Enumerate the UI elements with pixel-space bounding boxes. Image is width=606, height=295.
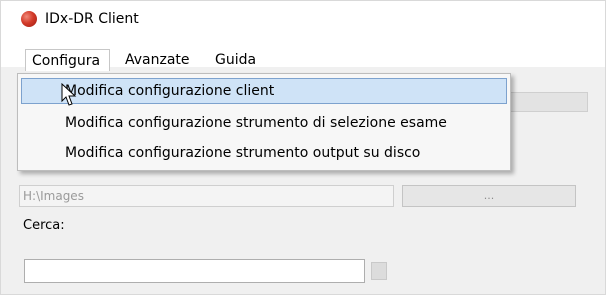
window-title: IDx-DR Client <box>45 11 139 27</box>
configura-dropdown-menu: Modifica configurazione client Modifica … <box>17 73 511 171</box>
menu-configura[interactable]: Configura <box>25 49 110 71</box>
browse-button[interactable]: ... <box>402 185 576 207</box>
search-label: Cerca: <box>23 218 65 233</box>
path-field[interactable]: H:\Images <box>19 185 394 207</box>
menu-item-modifica-config-selezione-esame[interactable]: Modifica configurazione strumento di sel… <box>21 110 507 136</box>
search-input[interactable] <box>24 259 365 283</box>
app-icon <box>21 11 37 27</box>
menu-item-modifica-config-client[interactable]: Modifica configurazione client <box>21 78 507 104</box>
mouse-cursor-icon <box>61 83 77 106</box>
search-button[interactable] <box>371 262 387 280</box>
menu-avanzate[interactable]: Avanzate <box>119 49 196 71</box>
menu-item-modifica-config-output-disco[interactable]: Modifica configurazione strumento output… <box>21 140 507 166</box>
app-window: IDx-DR Client Configura Avanzate Guida H… <box>0 0 606 295</box>
title-bar: IDx-DR Client <box>1 1 605 39</box>
menu-guida[interactable]: Guida <box>209 49 262 71</box>
